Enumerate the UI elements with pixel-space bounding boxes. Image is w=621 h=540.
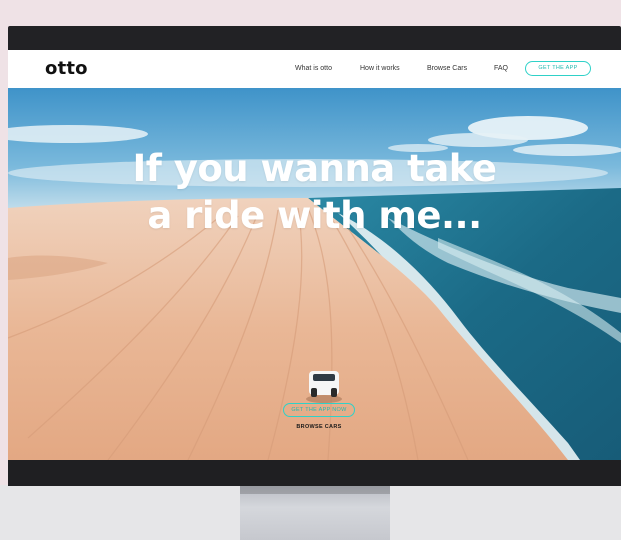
nav-link-browse-cars[interactable]: Browse Cars: [427, 65, 467, 72]
white-suv: [306, 371, 342, 403]
nav-link-what-is-otto[interactable]: What is otto: [295, 65, 332, 72]
hero-headline: If you wanna take a ride with me...: [8, 145, 621, 239]
site-logo[interactable]: otto: [45, 58, 88, 79]
website-screen: otto What is otto How it works Browse Ca…: [8, 50, 621, 460]
browse-cars-link[interactable]: BROWSE CARS: [283, 424, 355, 430]
nav-link-how-it-works[interactable]: How it works: [360, 65, 400, 72]
hero-section: If you wanna take a ride with me... GET …: [8, 88, 621, 460]
get-the-app-now-button[interactable]: GET THE APP NOW: [283, 403, 355, 417]
monitor-chin: [8, 460, 621, 486]
monitor-stand-shadow: [240, 486, 390, 494]
hero-headline-line-1: If you wanna take: [132, 147, 497, 190]
hero-headline-line-2: a ride with me...: [147, 194, 482, 237]
monitor-stand: [240, 486, 390, 540]
nav-link-faq[interactable]: FAQ: [494, 65, 508, 72]
top-navbar: otto What is otto How it works Browse Ca…: [8, 50, 621, 88]
get-the-app-button[interactable]: GET THE APP: [525, 61, 591, 76]
